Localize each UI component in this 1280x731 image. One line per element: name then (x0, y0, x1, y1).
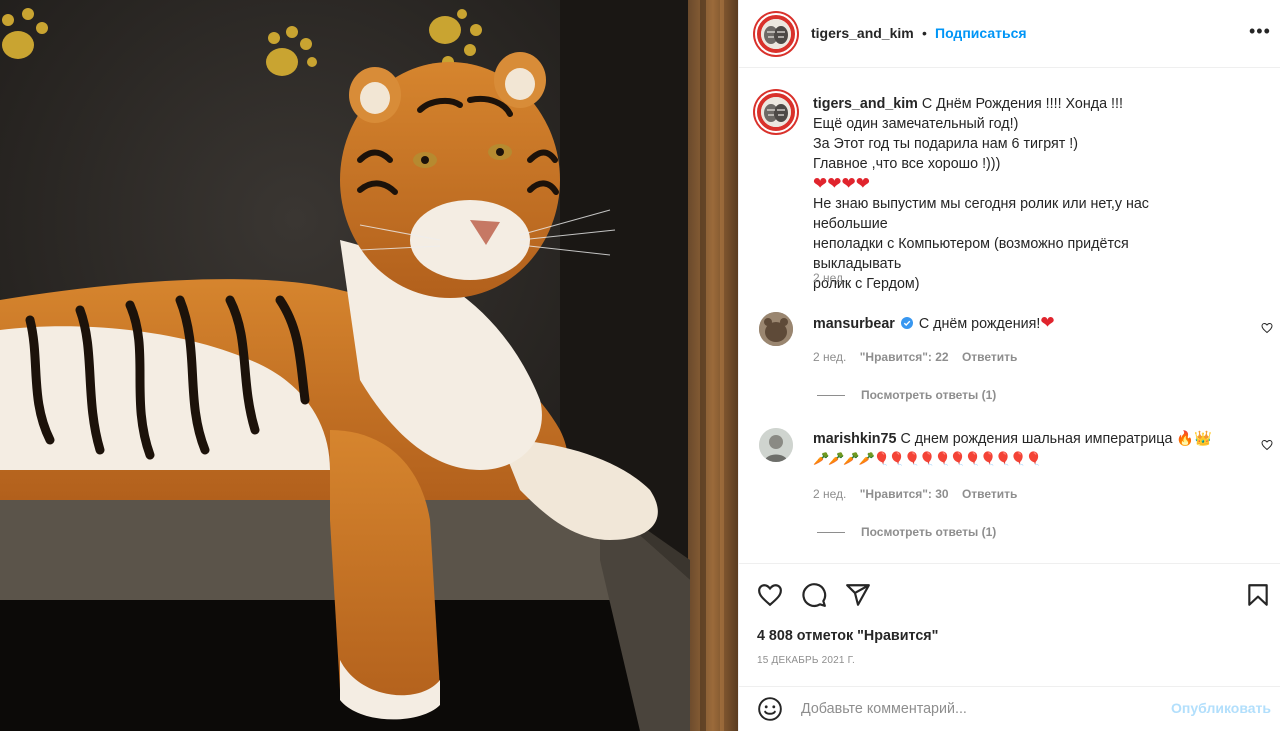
post-date[interactable]: 15 ДЕКАБРЬ 2021 Г. (757, 655, 855, 666)
view-replies-button[interactable]: Посмотреть ответы (1) (817, 388, 996, 402)
view-replies-button[interactable]: Посмотреть ответы (1) (817, 525, 996, 539)
caption-line: Ещё один замечательный год!) (813, 116, 1019, 132)
caption-avatar[interactable] (755, 91, 797, 133)
comment-text: mansurbear С днём рождения!❤ (813, 313, 1233, 334)
reply-button[interactable]: Ответить (962, 350, 1017, 364)
comment-likes[interactable]: "Нравится": 30 (860, 487, 949, 501)
comment-author[interactable]: marishkin75 (813, 431, 896, 447)
comment-likes[interactable]: "Нравится": 22 (860, 350, 949, 364)
avatar-tigers-icon (761, 97, 791, 127)
comment-avatar[interactable] (759, 312, 793, 346)
comment-avatar[interactable] (759, 428, 793, 462)
emoji-icon[interactable] (757, 696, 783, 722)
comment-icon[interactable] (801, 582, 827, 608)
author-avatar[interactable] (755, 13, 797, 55)
comment-time[interactable]: 2 нед. (813, 487, 846, 501)
heart-icon[interactable] (1261, 322, 1273, 334)
heart-icon[interactable] (757, 582, 783, 608)
heart-icon[interactable] (1261, 439, 1273, 451)
comment-body: С днём рождения! (918, 316, 1041, 332)
verified-icon (900, 317, 913, 329)
reply-button[interactable]: Ответить (962, 487, 1017, 501)
comment-meta: 2 нед. "Нравится": 30 Ответить (813, 487, 1027, 501)
comment-body: С днем рождения шальная императрица 🔥👑 (900, 431, 1212, 447)
bookmark-icon[interactable] (1245, 582, 1271, 608)
share-icon[interactable] (845, 582, 871, 608)
tiger-photo (0, 0, 738, 731)
follow-button[interactable]: Подписаться (935, 25, 1027, 41)
author-username[interactable]: tigers_and_kim (811, 25, 914, 41)
comment-author[interactable]: mansurbear (813, 316, 895, 332)
caption-text: tigers_and_kim С Днём Рождения !!!! Хонд… (813, 94, 1213, 294)
caption-line: Не знаю выпустим мы сегодня ролик или не… (813, 196, 1149, 232)
bear-avatar-icon (759, 312, 793, 346)
comment-text: marishkin75 С днем рождения шальная импе… (813, 429, 1253, 469)
caption-time[interactable]: 2 нед. (813, 271, 846, 285)
caption-line: Главное ,что все хорошо !))) (813, 156, 1001, 172)
post-photo[interactable] (0, 0, 738, 731)
add-comment-bar: Опубликовать (739, 686, 1280, 731)
comment-emoji-line: 🥕🥕🥕🥕🎈🎈🎈🎈🎈🎈🎈🎈🎈🎈🎈 (813, 451, 1042, 466)
heart-emoji: ❤ (1040, 313, 1055, 332)
post-modal: tigers_and_kim • Подписаться ••• tigers_… (0, 0, 1280, 731)
separator-dot: • (922, 25, 927, 41)
post-actions: 4 808 отметок "Нравится" 15 ДЕКАБРЬ 2021… (739, 563, 1280, 686)
caption-line: ролик с Гердом) (813, 276, 920, 292)
comment-input[interactable] (801, 697, 1151, 721)
person-avatar-icon (759, 428, 793, 462)
caption-line: неполадки с Компьютером (возможно придёт… (813, 236, 1129, 272)
caption-author[interactable]: tigers_and_kim (813, 96, 918, 112)
caption-hearts: ❤❤❤❤ (813, 174, 870, 193)
caption-line: С Днём Рождения !!!! Хонда !!! (921, 96, 1123, 112)
avatar-tigers-icon (761, 19, 791, 49)
post-header: tigers_and_kim • Подписаться ••• (739, 0, 1280, 68)
publish-button[interactable]: Опубликовать (1171, 700, 1271, 716)
comment-meta: 2 нед. "Нравится": 22 Ответить (813, 350, 1027, 364)
comment-time[interactable]: 2 нед. (813, 350, 846, 364)
caption-line: За Этот год ты подарила нам 6 тигрят !) (813, 136, 1079, 152)
more-icon[interactable]: ••• (1249, 21, 1271, 42)
likes-count[interactable]: 4 808 отметок "Нравится" (757, 628, 938, 644)
post-side-panel: tigers_and_kim • Подписаться ••• tigers_… (738, 0, 1280, 731)
